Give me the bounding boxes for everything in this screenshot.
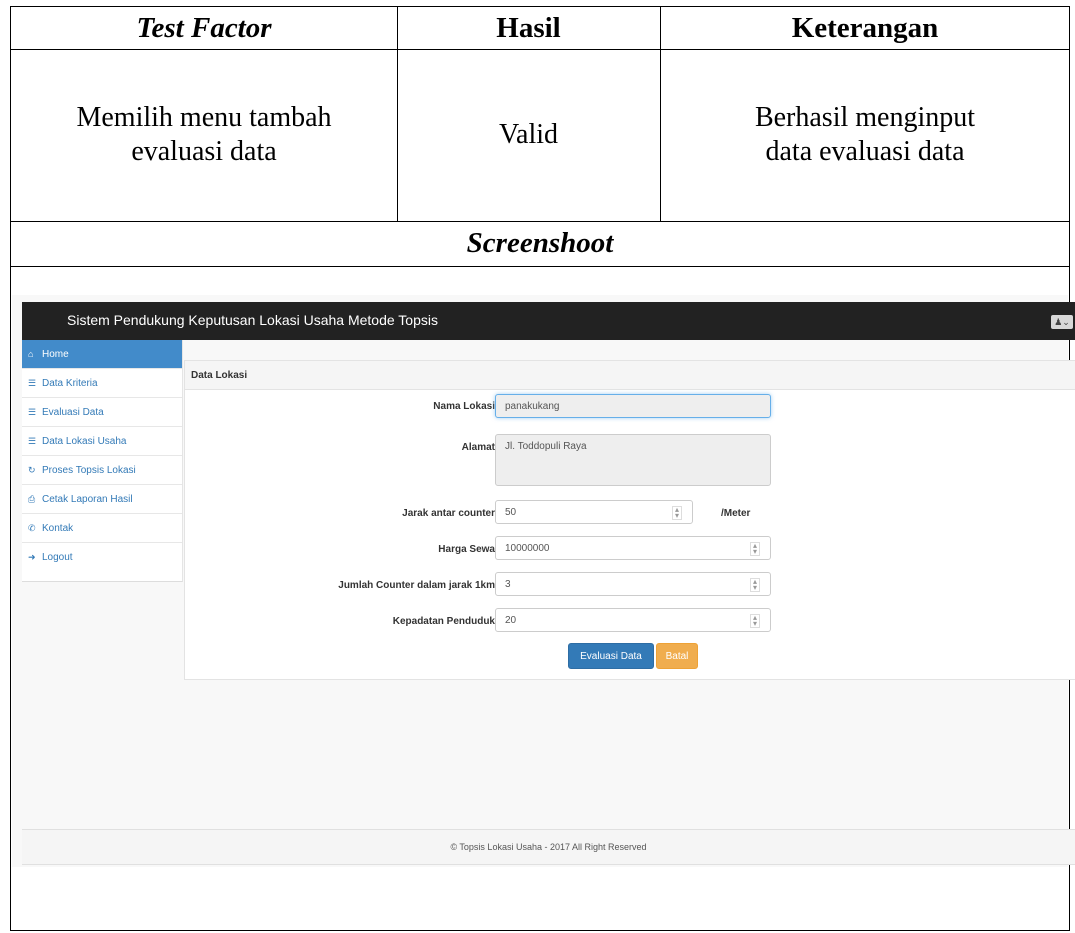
sidebar-item-label: Data Lokasi Usaha [42, 435, 127, 447]
sidebar: ⌂ Home ☰ Data Kriteria ☰ Evaluasi Data ☰ Dat… [22, 340, 183, 582]
sidebar-item-label: Proses Topsis Lokasi [42, 464, 136, 476]
home-icon: ⌂ [28, 349, 34, 359]
keterangan-line1: Berhasil menginput [754, 102, 976, 133]
evaluasi-data-button[interactable]: Evaluasi Data [568, 643, 654, 669]
test-factor-line1: Memilih menu tambah [76, 102, 332, 133]
batal-button[interactable]: Batal [656, 643, 698, 669]
logout-icon: ➜ [28, 552, 36, 562]
spinner-icon[interactable]: ▴ ▾ [672, 506, 682, 520]
phone-icon: ✆ [28, 522, 36, 533]
jumlah-counter-value: 3 [505, 579, 511, 590]
screenshot-heading: Screenshoot [466, 227, 614, 259]
sidebar-item-home[interactable]: ⌂ Home [22, 340, 182, 369]
harga-sewa-input[interactable]: 10000000 ▴ ▾ [495, 536, 771, 560]
jarak-unit: /Meter [721, 508, 751, 519]
sidebar-item-label: Cetak Laporan Hasil [42, 493, 133, 505]
app-screenshot: Sistem Pendukung Keputusan Lokasi Usaha … [12, 295, 1075, 867]
jarak-label: Jarak antar counter [402, 508, 495, 519]
table-rule [11, 266, 1069, 267]
test-factor-line2: evaluasi data [131, 136, 277, 167]
alamat-textarea[interactable]: Jl. Toddopuli Raya [495, 434, 771, 486]
sidebar-item-proses-topsis[interactable]: ↻ Proses Topsis Lokasi [22, 456, 182, 485]
cell-keterangan: Berhasil menginput data evaluasi data [660, 49, 1070, 221]
spinner-icon[interactable]: ▴ ▾ [750, 542, 760, 556]
header-keterangan: Keterangan [791, 11, 939, 44]
sidebar-item-label: Home [42, 348, 69, 360]
form-panel: Data Lokasi Nama Lokasi panakukang Alama… [184, 360, 1075, 680]
list-icon: ☰ [28, 435, 37, 446]
sidebar-item-label: Data Kriteria [42, 377, 98, 389]
header-test-factor: Test Factor [136, 11, 272, 44]
kepadatan-input[interactable]: 20 ▴ ▾ [495, 608, 771, 632]
jarak-input[interactable]: 50 ▴ ▾ [495, 500, 693, 524]
sidebar-item-kontak[interactable]: ✆ Kontak [22, 514, 182, 543]
sidebar-item-data-kriteria[interactable]: ☰ Data Kriteria [22, 369, 182, 398]
jumlah-counter-label: Jumlah Counter dalam jarak 1km [338, 580, 495, 591]
panel-title: Data Lokasi [185, 361, 1075, 390]
harga-sewa-label: Harga Sewa [438, 544, 495, 555]
chevron-down-icon: ⌄ [1062, 316, 1070, 327]
kepadatan-value: 20 [505, 615, 517, 626]
spinner-icon[interactable]: ▴ ▾ [750, 578, 760, 592]
user-icon: ♟ [1054, 316, 1063, 327]
spinner-icon[interactable]: ▴ ▾ [750, 614, 760, 628]
jumlah-counter-input[interactable]: 3 ▴ ▾ [495, 572, 771, 596]
app-title: Sistem Pendukung Keputusan Lokasi Usaha … [67, 312, 438, 328]
sidebar-item-label: Kontak [42, 522, 74, 534]
refresh-icon: ↻ [28, 464, 36, 475]
nama-lokasi-input[interactable]: panakukang [495, 394, 771, 418]
cell-hasil: Valid [498, 119, 559, 150]
alamat-label: Alamat [461, 442, 495, 453]
sidebar-item-evaluasi-data[interactable]: ☰ Evaluasi Data [22, 398, 182, 427]
footer-text: © Topsis Lokasi Usaha - 2017 All Right R… [22, 829, 1075, 865]
user-menu-button[interactable]: ♟ ⌄ [1051, 315, 1073, 329]
list-icon: ☰ [28, 377, 37, 388]
cell-test-factor: Memilih menu tambah evaluasi data [11, 49, 397, 221]
harga-sewa-value: 10000000 [505, 543, 550, 554]
kepadatan-label: Kepadatan Penduduk [392, 616, 495, 627]
sidebar-item-label: Logout [42, 552, 73, 563]
list-icon: ☰ [28, 406, 37, 417]
sidebar-item-cetak-laporan[interactable]: ⎙ Cetak Laporan Hasil [22, 485, 182, 514]
sidebar-item-label: Evaluasi Data [42, 406, 104, 418]
print-icon: ⎙ [28, 493, 36, 504]
nama-lokasi-label: Nama Lokasi [433, 401, 495, 412]
navbar: Sistem Pendukung Keputusan Lokasi Usaha … [22, 302, 1075, 340]
header-hasil: Hasil [496, 11, 561, 44]
jarak-value: 50 [505, 507, 517, 518]
sidebar-item-data-lokasi-usaha[interactable]: ☰ Data Lokasi Usaha [22, 427, 182, 456]
keterangan-line2: data evaluasi data [765, 136, 965, 167]
sidebar-item-logout[interactable]: ➜ Logout [22, 543, 182, 572]
